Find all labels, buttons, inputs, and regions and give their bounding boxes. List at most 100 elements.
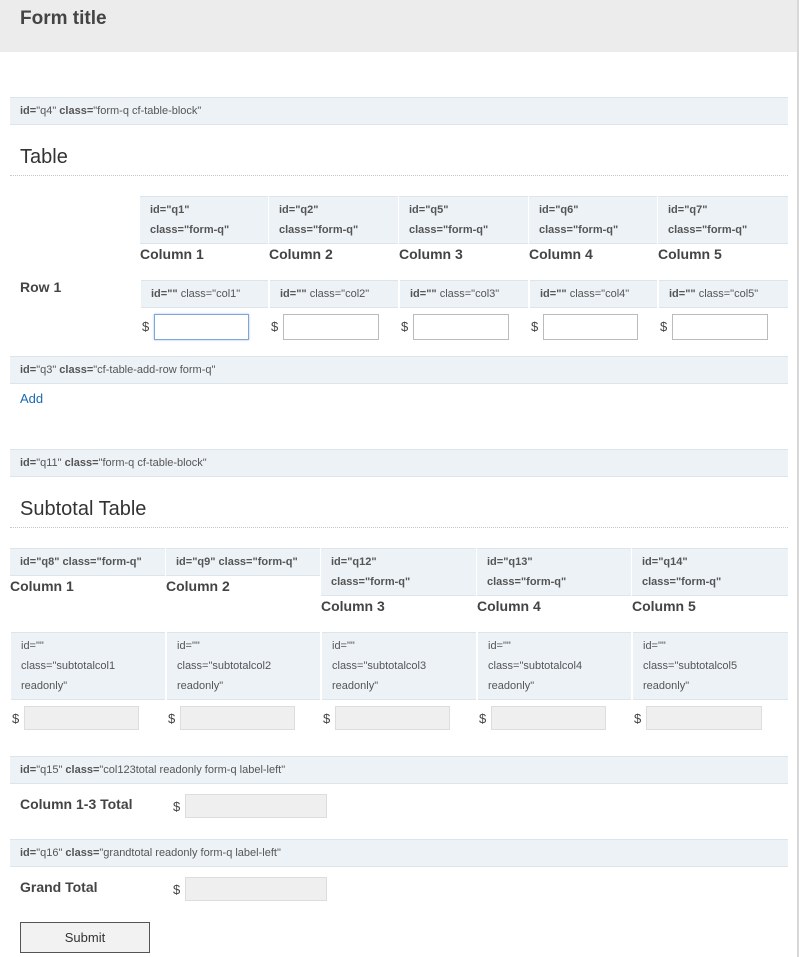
subtotal-column-1-header-info: id="q8" class="form-q" <box>10 548 165 576</box>
class-key: class= <box>61 457 99 469</box>
header-class: class="form-q" <box>409 224 489 236</box>
class-value: "col123total readonly form-q label-left" <box>99 764 286 776</box>
row-1-col-4-input[interactable] <box>543 314 638 340</box>
subtotal-column-2-label: Column 2 <box>166 578 230 594</box>
class-key: class= <box>56 105 94 117</box>
row-1-col-2-input[interactable] <box>283 314 379 340</box>
form-header: Form title <box>0 0 797 52</box>
column-5-label: Column 5 <box>658 246 722 262</box>
header-id: id="q2" <box>279 204 319 216</box>
input-id: id="" <box>151 288 178 300</box>
col123-total-input <box>185 794 327 818</box>
input-id: id="" <box>540 288 567 300</box>
input-readonly: readonly" <box>177 680 224 692</box>
id-key: id= <box>20 764 37 776</box>
currency-symbol: $ <box>173 799 181 814</box>
header-class: class="form-q" <box>150 224 230 236</box>
column-5-input-info: id="" class="col5" <box>659 280 788 308</box>
column-2-label: Column 2 <box>269 246 333 262</box>
input-readonly: readonly" <box>332 680 379 692</box>
subtotal-col-3-input-info: id="" class="subtotalcol3 readonly" <box>322 632 476 700</box>
column-1-header-info: id="q1" class="form-q" <box>140 196 268 244</box>
grand-total-id-bar: id="q16" class="grandtotal readonly form… <box>10 839 788 867</box>
id-value: "q15" <box>36 764 63 776</box>
header-class: class="form-q" <box>331 576 411 588</box>
input-id: id="" <box>280 288 307 300</box>
add-row-id-bar: id="q3" class="cf-table-add-row form-q" <box>10 356 788 384</box>
input-class: class="subtotalcol1 <box>21 660 116 672</box>
input-class: class="subtotalcol2 <box>177 660 272 672</box>
grand-total-input <box>185 877 327 901</box>
currency-symbol: $ <box>479 711 487 726</box>
header-id: id="q6" <box>539 204 579 216</box>
id-value: "q11" <box>36 457 62 469</box>
input-class: class="col4" <box>566 288 630 300</box>
col123-total-id-bar: id="q15" class="col123total readonly for… <box>10 756 788 784</box>
column-2-input-info: id="" class="col2" <box>270 280 398 308</box>
input-class: class="subtotalcol5 <box>643 660 738 672</box>
table-title: Table <box>10 146 788 176</box>
input-id: id="" <box>643 640 666 652</box>
form-title: Form title <box>20 8 107 29</box>
class-value: "form-q cf-table-block" <box>98 457 207 469</box>
subtotal-col-1-input-info: id="" class="subtotalcol1 readonly" <box>11 632 165 700</box>
column-3-label: Column 3 <box>399 246 463 262</box>
subtotal-title: Subtotal Table <box>10 498 788 528</box>
id-key: id= <box>20 364 37 376</box>
class-value: "grandtotal readonly form-q label-left" <box>99 847 281 859</box>
id-key: id= <box>20 847 37 859</box>
row-1-col-3-input[interactable] <box>413 314 509 340</box>
id-value: "q16" <box>36 847 63 859</box>
header-id: id="q14" <box>642 556 688 568</box>
input-id: id="" <box>410 288 437 300</box>
class-value: "cf-table-add-row form-q" <box>93 364 216 376</box>
currency-symbol: $ <box>323 711 331 726</box>
currency-symbol: $ <box>168 711 176 726</box>
input-id: id="" <box>332 640 355 652</box>
header-id: id="q1" <box>150 204 190 216</box>
col123-total-label: Column 1-3 Total <box>20 796 133 812</box>
grand-total-label: Grand Total <box>20 879 98 895</box>
header-class: class="form-q" <box>487 576 567 588</box>
input-class: class="col1" <box>177 288 241 300</box>
header-id: id="q7" <box>668 204 708 216</box>
currency-symbol: $ <box>531 319 539 334</box>
column-3-input-info: id="" class="col3" <box>400 280 528 308</box>
input-id: id="" <box>21 640 44 652</box>
id-value: "q3" <box>36 364 57 376</box>
submit-button[interactable]: Submit <box>20 922 150 953</box>
add-row-link[interactable]: Add <box>20 391 43 406</box>
table-block-id-bar: id="q4" class="form-q cf-table-block" <box>10 97 788 125</box>
subtotal-col-5-input <box>646 706 762 730</box>
class-key: class= <box>62 847 100 859</box>
subtotal-col-2-input-info: id="" class="subtotalcol2 readonly" <box>167 632 320 700</box>
class-value: "form-q cf-table-block" <box>93 105 202 117</box>
subtotal-column-3-label: Column 3 <box>321 598 385 614</box>
subtotal-column-4-label: Column 4 <box>477 598 541 614</box>
currency-symbol: $ <box>660 319 668 334</box>
currency-symbol: $ <box>634 711 642 726</box>
column-4-label: Column 4 <box>529 246 593 262</box>
column-2-header-info: id="q2" class="form-q" <box>269 196 398 244</box>
header-class: class="form-q" <box>668 224 748 236</box>
row-1-col-5-input[interactable] <box>672 314 768 340</box>
id-value: "q4" <box>36 105 57 117</box>
column-3-header-info: id="q5" class="form-q" <box>399 196 528 244</box>
header-id: id="q5" <box>409 204 449 216</box>
currency-symbol: $ <box>271 319 279 334</box>
input-class: class="col3" <box>436 288 500 300</box>
currency-symbol: $ <box>173 882 181 897</box>
currency-symbol: $ <box>142 319 150 334</box>
column-5-header-info: id="q7" class="form-q" <box>658 196 788 244</box>
column-4-header-info: id="q6" class="form-q" <box>529 196 657 244</box>
currency-symbol: $ <box>401 319 409 334</box>
row-1-label: Row 1 <box>20 279 62 295</box>
subtotal-col-2-input <box>180 706 295 730</box>
row-1-col-1-input[interactable] <box>154 314 249 340</box>
input-id: id="" <box>177 640 200 652</box>
subtotal-column-4-header-info: id="q13" class="form-q" <box>477 548 631 596</box>
input-id: id="" <box>669 288 696 300</box>
column-1-input-info: id="" class="col1" <box>141 280 268 308</box>
subtotal-block-id-bar: id="q11" class="form-q cf-table-block" <box>10 449 788 477</box>
subtotal-col-1-input <box>24 706 139 730</box>
